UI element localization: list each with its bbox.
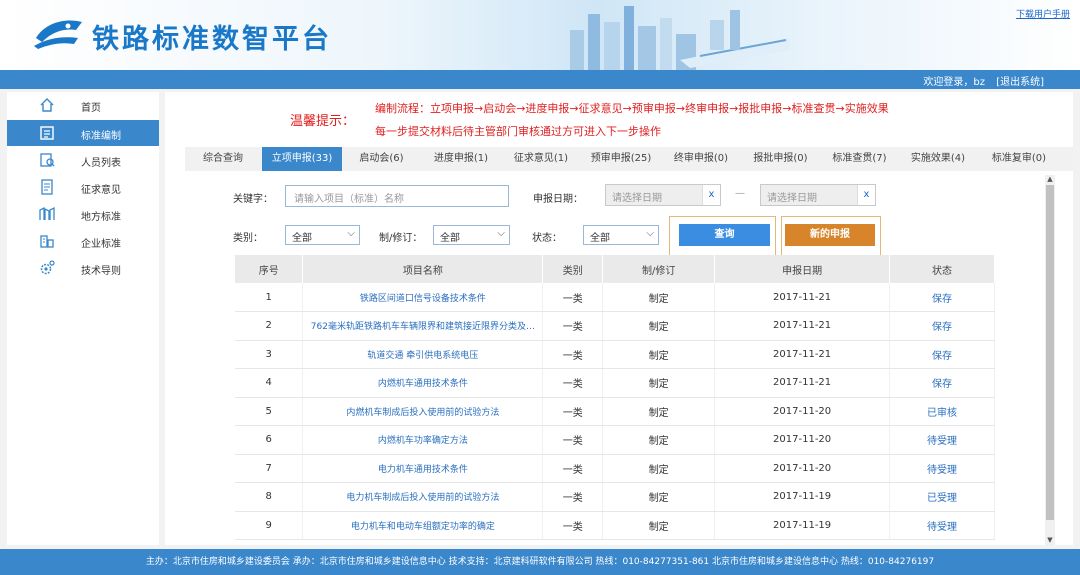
project-name-link[interactable]: 内燃机车功率确定方法 — [302, 425, 544, 455]
tip-process-flow: 编制流程：立项申报→启动会→进度申报→征求意见→预审申报→终审申报→报批申报→标… — [375, 102, 889, 115]
enterprise-icon — [40, 235, 54, 248]
status-link[interactable]: 保存 — [889, 283, 995, 312]
welcome-bar: 欢迎登录，bz [退出系统] — [0, 70, 1080, 89]
tab-final-review[interactable]: 终审申报(0) — [662, 147, 740, 171]
city-skyline-image — [570, 6, 790, 70]
main-panel: 温馨提示： 编制流程：立项申报→启动会→进度申报→征求意见→预审申报→终审申报→… — [165, 92, 1073, 545]
download-manual-link[interactable]: 下载用户手册 — [1016, 7, 1070, 20]
date-end-input[interactable]: 请选择日期 x — [760, 184, 876, 206]
projects-table: 序号 项目名称 类别 制/修订 申报日期 状态 1 铁路区间道口信号设备技术条件… — [235, 255, 995, 540]
tip-label: 温馨提示： — [290, 114, 356, 129]
sidebar-item-standard-drafting[interactable]: 标准编制 — [7, 120, 159, 146]
revision-select[interactable]: 全部 ⌵ — [433, 225, 510, 245]
table-header-row: 序号 项目名称 类别 制/修订 申报日期 状态 — [235, 255, 995, 283]
tip-review-note: 每一步提交材料后待主管部门审核通过方可进入下一步操作 — [375, 125, 661, 138]
tab-progress-application[interactable]: 进度申报(1) — [421, 147, 501, 171]
table-row: 3 轨道交通 牵引供电系统电压 一类 制定 2017-11-21 保存 — [235, 340, 995, 369]
sidebar: 首页 标准编制 人员列表 征求意见 地方标准 企业标准 技术导则 — [7, 92, 159, 545]
tab-solicit-opinions[interactable]: 征求意见(1) — [502, 147, 580, 171]
col-header-date: 申报日期 — [714, 255, 891, 283]
project-name-link[interactable]: 电力机车制成后投入使用前的试验方法 — [302, 482, 544, 512]
project-name-link[interactable]: 轨道交通 牵引供电系统电压 — [302, 340, 544, 369]
tab-approval-application[interactable]: 报批申报(0) — [741, 147, 820, 171]
project-name-link[interactable]: 电力机车通用技术条件 — [302, 454, 544, 483]
search-button[interactable]: 查询 — [679, 224, 770, 246]
tab-standard-implementation[interactable]: 标准查贯(7) — [821, 147, 898, 171]
keyword-label: 关键字： — [233, 194, 273, 205]
col-header-status: 状态 — [889, 255, 995, 283]
new-application-button[interactable]: 新的申报 — [785, 224, 875, 246]
tab-standard-review[interactable]: 标准复审(0) — [978, 147, 1060, 171]
project-name-link[interactable]: 铁路区间道口信号设备技术条件 — [302, 283, 544, 312]
table-row: 8 电力机车制成后投入使用前的试验方法 一类 制定 2017-11-19 已受理 — [235, 482, 995, 512]
sidebar-item-personnel-list[interactable]: 人员列表 — [7, 147, 159, 173]
status-link[interactable]: 保存 — [889, 368, 995, 398]
status-link[interactable]: 保存 — [889, 311, 995, 341]
list-icon — [40, 126, 54, 140]
project-name-link[interactable]: 内燃机车通用技术条件 — [302, 368, 544, 398]
table-row: 9 电力机车和电动车组额定功率的确定 一类 制定 2017-11-19 待受理 — [235, 511, 995, 540]
status-label: 状态： — [532, 233, 562, 244]
category-select[interactable]: 全部 ⌵ — [285, 225, 360, 245]
welcome-text: 欢迎登录，bz — [923, 77, 985, 88]
vertical-scrollbar[interactable]: ▲ ▼ — [1045, 175, 1055, 545]
table-row: 7 电力机车通用技术条件 一类 制定 2017-11-20 待受理 — [235, 454, 995, 483]
table-row: 5 内燃机车制成后投入使用前的试验方法 一类 制定 2017-11-20 已审核 — [235, 397, 995, 426]
category-label: 类别： — [233, 233, 263, 244]
sidebar-item-solicit-opinions[interactable]: 征求意见 — [7, 174, 159, 200]
building-icon — [39, 206, 55, 220]
train-logo-icon — [34, 20, 82, 49]
status-select[interactable]: 全部 ⌵ — [583, 225, 659, 245]
header-banner: 铁路标准数智平台 下载用户手册 — [0, 0, 1080, 70]
logout-button[interactable]: [退出系统] — [996, 73, 1044, 88]
sidebar-item-enterprise-standards[interactable]: 企业标准 — [7, 228, 159, 254]
chevron-down-icon: ⌵ — [347, 228, 355, 239]
status-link[interactable]: 待受理 — [889, 425, 995, 455]
tab-implementation-effect[interactable]: 实施效果(4) — [899, 147, 977, 171]
date-separator: — — [735, 188, 745, 199]
tab-project-application[interactable]: 立项申报(33) — [262, 147, 342, 171]
footer: 主办：北京市住房和城乡建设委员会 承办：北京市住房和城乡建设信息中心 技术支持：… — [0, 549, 1080, 575]
status-link[interactable]: 已审核 — [889, 397, 995, 426]
col-header-category: 类别 — [542, 255, 604, 283]
keyword-input[interactable]: 请输入项目（标准）名称 — [285, 185, 509, 207]
table-row: 4 内燃机车通用技术条件 一类 制定 2017-11-21 保存 — [235, 368, 995, 398]
status-link[interactable]: 保存 — [889, 340, 995, 369]
col-header-project-name: 项目名称 — [302, 255, 544, 283]
table-row: 1 铁路区间道口信号设备技术条件 一类 制定 2017-11-21 保存 — [235, 283, 995, 312]
chevron-down-icon: ⌵ — [497, 228, 505, 239]
sidebar-item-technical-guidelines[interactable]: 技术导则 — [7, 255, 159, 281]
project-name-link[interactable]: 内燃机车制成后投入使用前的试验方法 — [302, 397, 544, 426]
date-end-clear-icon[interactable]: x — [857, 185, 875, 205]
date-label: 申报日期： — [533, 194, 583, 205]
date-start-input[interactable]: 请选择日期 x — [605, 184, 721, 206]
status-link[interactable]: 待受理 — [889, 454, 995, 483]
scroll-down-arrow-icon[interactable]: ▼ — [1046, 536, 1054, 544]
table-row: 6 内燃机车功率确定方法 一类 制定 2017-11-20 待受理 — [235, 425, 995, 455]
person-search-icon — [40, 153, 55, 167]
col-header-revision: 制/修订 — [602, 255, 716, 283]
project-name-link[interactable]: 电力机车和电动车组额定功率的确定 — [302, 511, 544, 540]
tab-comprehensive-query[interactable]: 综合查询 — [185, 147, 261, 171]
sidebar-item-home[interactable]: 首页 — [7, 92, 159, 118]
chevron-down-icon: ⌵ — [646, 228, 654, 239]
scroll-thumb[interactable] — [1046, 185, 1054, 520]
date-start-clear-icon[interactable]: x — [702, 185, 720, 205]
scroll-up-arrow-icon[interactable]: ▲ — [1046, 175, 1054, 183]
sidebar-item-local-standards[interactable]: 地方标准 — [7, 201, 159, 227]
project-name-link[interactable]: 762毫米轨距铁路机车车辆限界和建筑接近限界分类及… — [302, 311, 544, 341]
stage-tabs: 综合查询 立项申报(33) 启动会(6) 进度申报(1) 征求意见(1) 预审申… — [185, 147, 1073, 171]
document-icon — [41, 179, 53, 195]
status-link[interactable]: 已受理 — [889, 482, 995, 512]
tab-pre-review[interactable]: 预审申报(25) — [581, 147, 661, 171]
revision-label: 制/修订： — [379, 233, 423, 244]
col-header-index: 序号 — [235, 255, 304, 283]
platform-title: 铁路标准数智平台 — [92, 24, 332, 55]
table-row: 2 762毫米轨距铁路机车车辆限界和建筑接近限界分类及… 一类 制定 2017-… — [235, 311, 995, 341]
gear-icon — [40, 260, 55, 275]
tab-kickoff-meeting[interactable]: 启动会(6) — [343, 147, 420, 171]
status-link[interactable]: 待受理 — [889, 511, 995, 540]
home-icon — [40, 98, 54, 112]
